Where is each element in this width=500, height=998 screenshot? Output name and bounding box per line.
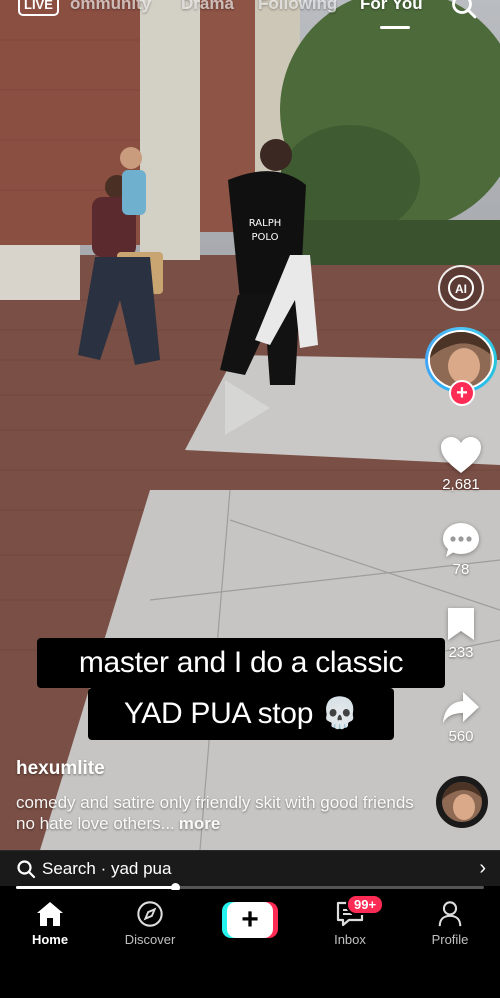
video-progress-bar[interactable] <box>16 883 484 892</box>
active-tab-indicator <box>380 26 410 29</box>
comment-icon <box>443 523 479 557</box>
follow-button[interactable]: + <box>449 380 475 406</box>
tab-following[interactable]: Following <box>258 0 337 14</box>
video-caption-line-2: YAD PUA stop 💀 <box>88 688 394 740</box>
nav-profile-label: Profile <box>431 932 469 947</box>
heart-icon <box>441 437 481 473</box>
search-icon[interactable] <box>450 0 478 20</box>
nav-inbox-label: Inbox <box>334 932 366 947</box>
creator-username[interactable]: hexumlite <box>16 758 105 780</box>
avatar-face-image <box>430 332 490 386</box>
tab-community[interactable]: ommunity <box>70 0 151 14</box>
tab-for-you[interactable]: For You <box>360 0 423 14</box>
ai-icon: AI <box>448 275 474 301</box>
nav-profile[interactable]: Profile <box>410 900 490 947</box>
share-button[interactable]: 560 <box>430 690 492 745</box>
like-count: 2,681 <box>442 476 480 493</box>
search-icon <box>17 860 36 879</box>
comment-button[interactable]: 78 <box>430 521 492 578</box>
live-button[interactable]: LIVE <box>18 0 59 16</box>
music-disc[interactable] <box>436 776 488 828</box>
nav-home-label: Home <box>31 932 69 947</box>
more-link[interactable]: more <box>179 814 221 833</box>
home-icon <box>37 902 63 926</box>
svg-text:RALPH: RALPH <box>249 218 282 229</box>
nav-discover-label: Discover <box>124 932 176 947</box>
nav-discover[interactable]: Discover <box>110 900 190 947</box>
nav-home[interactable]: Home <box>10 900 90 947</box>
inbox-notification-badge: 99+ <box>346 894 385 915</box>
tab-drama[interactable]: Drama <box>181 0 234 14</box>
svg-text:POLO: POLO <box>252 232 279 243</box>
plus-icon: + <box>227 902 273 938</box>
chevron-right-icon: › <box>479 857 486 879</box>
svg-text:AI: AI <box>455 282 467 296</box>
ai-info-button[interactable]: AI <box>438 265 484 311</box>
video-caption-line-1: master and I do a classic <box>37 638 445 688</box>
share-count: 560 <box>448 728 474 745</box>
comment-count: 78 <box>452 561 470 578</box>
top-navigation: LIVE ommunity Drama Following For You <box>0 0 500 29</box>
post-description[interactable]: comedy and satire only friendly skit wit… <box>16 792 416 834</box>
create-post-button[interactable]: + <box>222 902 278 938</box>
bookmark-icon <box>448 608 474 640</box>
related-search-text: Search · yad pua <box>42 859 172 878</box>
progress-fill <box>16 886 176 889</box>
related-search-bar[interactable]: Search · yad pua › <box>0 850 500 886</box>
profile-person-icon <box>438 901 462 927</box>
like-button[interactable]: 2,681 <box>430 436 492 493</box>
compass-icon <box>137 901 163 927</box>
music-disc-avatar-image <box>442 782 482 822</box>
bottom-navigation: Home Discover + Inbox 99+ Profile <box>0 890 500 998</box>
share-arrow-icon <box>443 692 479 723</box>
